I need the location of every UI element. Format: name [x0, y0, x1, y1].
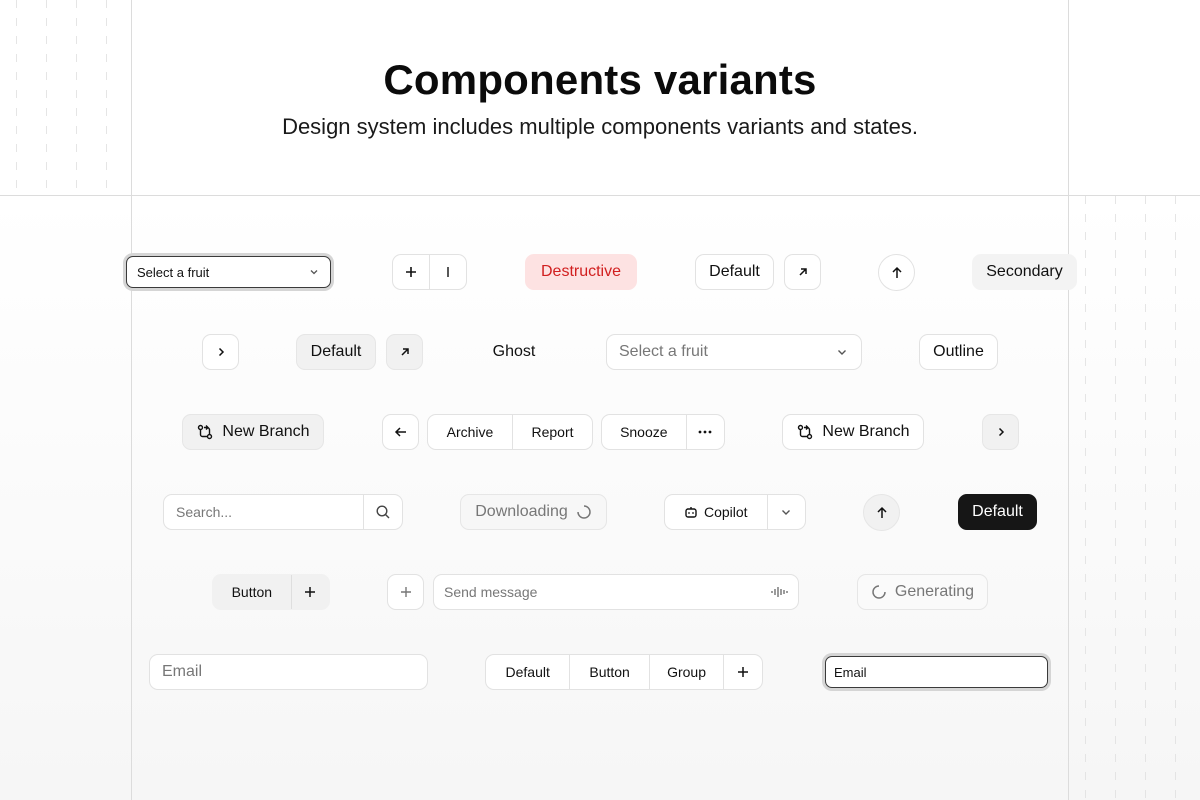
group-default-button[interactable]: Default [486, 655, 571, 689]
search-input[interactable]: Search... [164, 495, 365, 529]
email-placeholder: Email [162, 663, 203, 680]
arrow-up-right-secondary-button[interactable] [386, 334, 423, 370]
plus-icon [404, 265, 418, 279]
copilot-group: Copilot [664, 494, 806, 530]
secondary-button[interactable]: Secondary [972, 254, 1077, 290]
audio-waveform-icon[interactable] [770, 585, 788, 599]
text-cursor-icon [445, 265, 451, 279]
new-branch-secondary-button[interactable]: New Branch [182, 414, 324, 450]
cursor-button[interactable] [430, 255, 466, 289]
email-field[interactable]: Email [149, 654, 428, 690]
new-branch-outline-button[interactable]: New Branch [782, 414, 924, 450]
snooze-group: Snooze [601, 414, 725, 450]
send-message-input[interactable]: Send message [433, 574, 799, 610]
more-horizontal-icon [698, 430, 712, 434]
ghost-button[interactable]: Ghost [478, 334, 550, 370]
chevron-down-icon [308, 266, 320, 278]
button-label: Copilot [703, 504, 748, 520]
copilot-dropdown-button[interactable] [768, 495, 805, 529]
arrow-up-right-icon [796, 265, 810, 279]
arrow-up-secondary-button[interactable] [863, 494, 900, 531]
page-title: Components variants [383, 56, 817, 103]
chevron-down-icon [835, 345, 849, 359]
archive-report-group: Archive Report [427, 414, 593, 450]
plus-cursor-group [392, 254, 467, 290]
button-label: Downloading [475, 503, 568, 520]
add-button[interactable] [292, 575, 329, 609]
generating-button[interactable]: Generating [857, 574, 988, 610]
fruit-select[interactable]: Select a fruit [606, 334, 862, 370]
git-branch-icon [796, 423, 814, 441]
search-placeholder: Search... [176, 504, 233, 520]
chevron-down-icon [779, 505, 793, 519]
arrow-left-icon [394, 425, 408, 439]
chevron-right-secondary-button[interactable] [982, 414, 1019, 450]
search-icon [375, 504, 391, 520]
chevron-right-button[interactable] [202, 334, 239, 370]
group-group-button[interactable]: Group [650, 655, 725, 689]
outline-button[interactable]: Outline [919, 334, 998, 370]
downloading-button[interactable]: Downloading [460, 494, 607, 530]
arrow-up-right-icon [398, 345, 412, 359]
button-label: Generating [894, 583, 975, 600]
fruit-select-focused[interactable]: Select a fruit [126, 256, 331, 288]
page-subtitle: Design system includes multiple componen… [282, 114, 918, 139]
plus-icon [399, 585, 413, 599]
back-button[interactable] [382, 414, 419, 450]
default-button-group: Default Button Group [485, 654, 763, 690]
group-button-button[interactable]: Button [570, 655, 650, 689]
spinner-icon [871, 584, 887, 600]
report-button[interactable]: Report [513, 415, 592, 449]
default-secondary-button[interactable]: Default [296, 334, 376, 370]
button-button[interactable]: Button [213, 575, 292, 609]
arrow-up-icon [875, 506, 889, 520]
search-button[interactable] [364, 495, 402, 529]
chevron-right-icon [215, 346, 227, 358]
button-label: New Branch [222, 423, 310, 440]
group-add-button[interactable] [724, 655, 762, 689]
more-button[interactable] [687, 415, 724, 449]
page: Components variants Design system includ… [0, 0, 1200, 800]
arrow-up-right-button[interactable] [784, 254, 821, 290]
plus-icon [303, 585, 317, 599]
spinner-icon [576, 504, 592, 520]
dash-pattern [1069, 196, 1200, 800]
button-plus-group: Button [212, 574, 330, 610]
arrow-up-button[interactable] [878, 254, 915, 291]
git-branch-icon [196, 423, 214, 441]
arrow-up-icon [890, 266, 904, 280]
default-outline-button[interactable]: Default [695, 254, 774, 290]
select-value: Select a fruit [137, 264, 210, 280]
destructive-button[interactable]: Destructive [525, 254, 637, 290]
select-placeholder: Select a fruit [619, 343, 708, 360]
add-button[interactable] [393, 255, 430, 289]
add-attachment-button[interactable] [387, 574, 424, 610]
button-label: New Branch [822, 423, 910, 440]
plus-icon [736, 665, 750, 679]
bot-icon [684, 505, 698, 519]
email-field-focused[interactable]: Email [825, 656, 1048, 688]
chevron-right-icon [995, 426, 1007, 438]
divider [0, 195, 1200, 196]
copilot-button[interactable]: Copilot [665, 495, 768, 529]
search-group: Search... [163, 494, 403, 530]
archive-button[interactable]: Archive [428, 415, 513, 449]
snooze-button[interactable]: Snooze [602, 415, 687, 449]
send-placeholder: Send message [444, 584, 538, 600]
default-primary-button[interactable]: Default [958, 494, 1037, 530]
email-value: Email [834, 664, 867, 680]
